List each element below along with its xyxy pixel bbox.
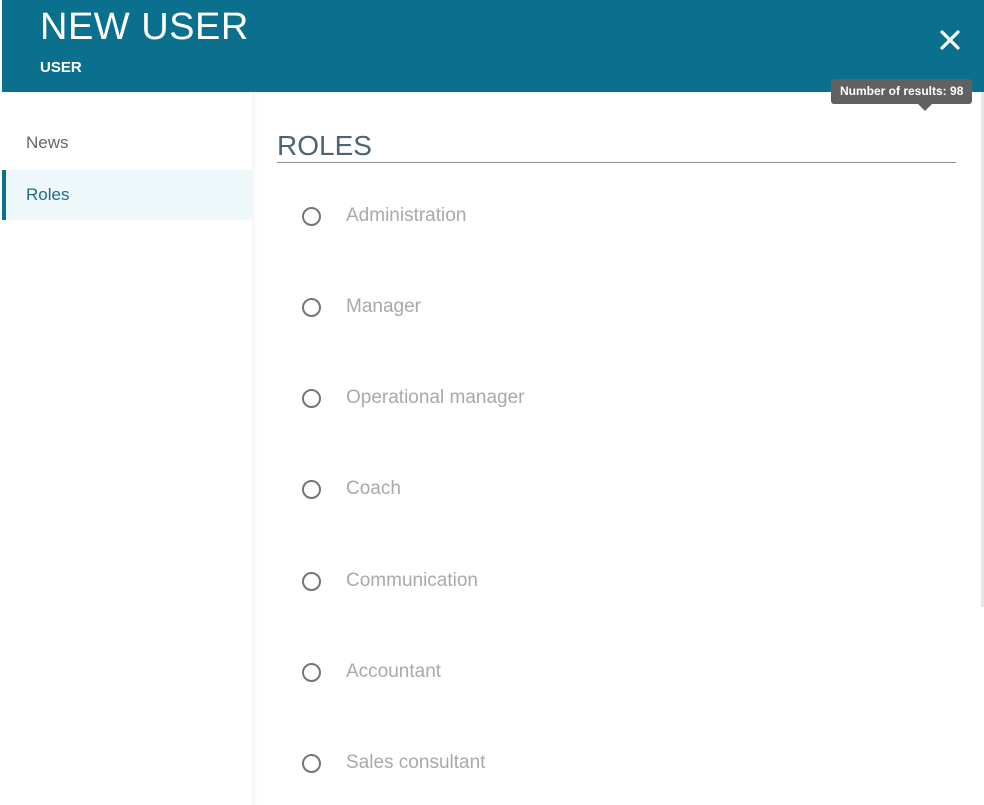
radio-button[interactable] bbox=[302, 754, 321, 773]
role-option-operational-manager[interactable]: Operational manager bbox=[300, 384, 900, 414]
tooltip-arrow bbox=[918, 104, 932, 111]
radio-button[interactable] bbox=[302, 663, 321, 682]
radio-button[interactable] bbox=[302, 389, 321, 408]
results-count-tooltip: Number of results: 98 bbox=[831, 79, 973, 104]
role-option-coach[interactable]: Coach bbox=[300, 475, 900, 505]
dialog-subtitle: USER bbox=[40, 59, 82, 76]
role-option-label: Sales consultant bbox=[346, 752, 486, 773]
role-option-administration[interactable]: Administration bbox=[300, 202, 900, 232]
role-option-communication[interactable]: Communication bbox=[300, 567, 900, 597]
role-option-manager[interactable]: Manager bbox=[300, 293, 900, 323]
panel-divider bbox=[252, 92, 258, 805]
role-option-label: Manager bbox=[346, 296, 421, 317]
radio-button[interactable] bbox=[302, 207, 321, 226]
radio-button[interactable] bbox=[302, 572, 321, 591]
sidebar: News Roles bbox=[2, 92, 252, 805]
sidebar-item-news[interactable]: News bbox=[2, 118, 252, 168]
role-option-label: Administration bbox=[346, 205, 467, 226]
role-option-accountant[interactable]: Accountant bbox=[300, 658, 900, 688]
sidebar-item-roles[interactable]: Roles bbox=[2, 170, 252, 220]
dialog-title: NEW USER bbox=[40, 6, 249, 48]
role-option-label: Operational manager bbox=[346, 387, 525, 408]
role-option-label: Accountant bbox=[346, 661, 442, 682]
roles-section-title: ROLES bbox=[277, 130, 372, 161]
role-option-label: Coach bbox=[346, 478, 401, 499]
radio-button[interactable] bbox=[302, 480, 321, 499]
close-button[interactable] bbox=[938, 28, 962, 52]
role-option-sales-consultant[interactable]: Sales consultant bbox=[300, 749, 900, 779]
close-icon bbox=[940, 30, 960, 50]
radio-button[interactable] bbox=[302, 298, 321, 317]
section-divider bbox=[277, 162, 956, 163]
role-option-label: Communication bbox=[346, 570, 478, 591]
